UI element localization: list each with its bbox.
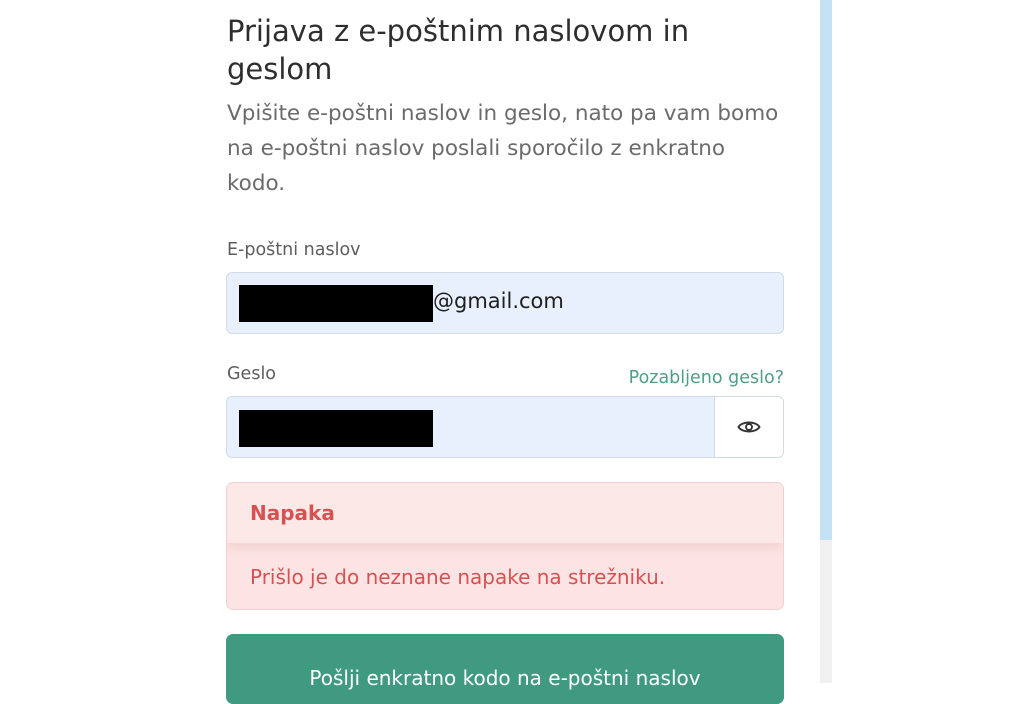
email-field[interactable]: @gmail.com — [226, 272, 784, 334]
password-field[interactable] — [226, 396, 784, 458]
redacted-email-local-part — [239, 285, 433, 322]
show-password-button[interactable] — [714, 397, 783, 457]
email-value-suffix: @gmail.com — [433, 289, 564, 313]
scrollbar-thumb[interactable] — [820, 0, 832, 540]
intro-text: Vpišite e-poštni naslov in geslo, nato p… — [227, 101, 779, 196]
redacted-password — [239, 410, 433, 447]
error-alert-header: Napaka — [227, 483, 783, 543]
forgot-password-link[interactable]: Pozabljeno geslo? — [629, 368, 784, 388]
error-alert: Napaka Prišlo je do neznane napake na st… — [226, 482, 784, 610]
error-message: Prišlo je do neznane napake na strežniku… — [250, 565, 666, 589]
page-title: Prijava z e-poštnim naslovom in geslom — [227, 14, 690, 86]
password-label: Geslo — [227, 364, 277, 384]
eye-icon — [737, 421, 761, 433]
error-title: Napaka — [250, 501, 335, 525]
send-code-button[interactable]: Pošlji enkratno kodo na e-poštni naslov — [226, 634, 784, 704]
email-label: E-poštni naslov — [227, 240, 361, 260]
